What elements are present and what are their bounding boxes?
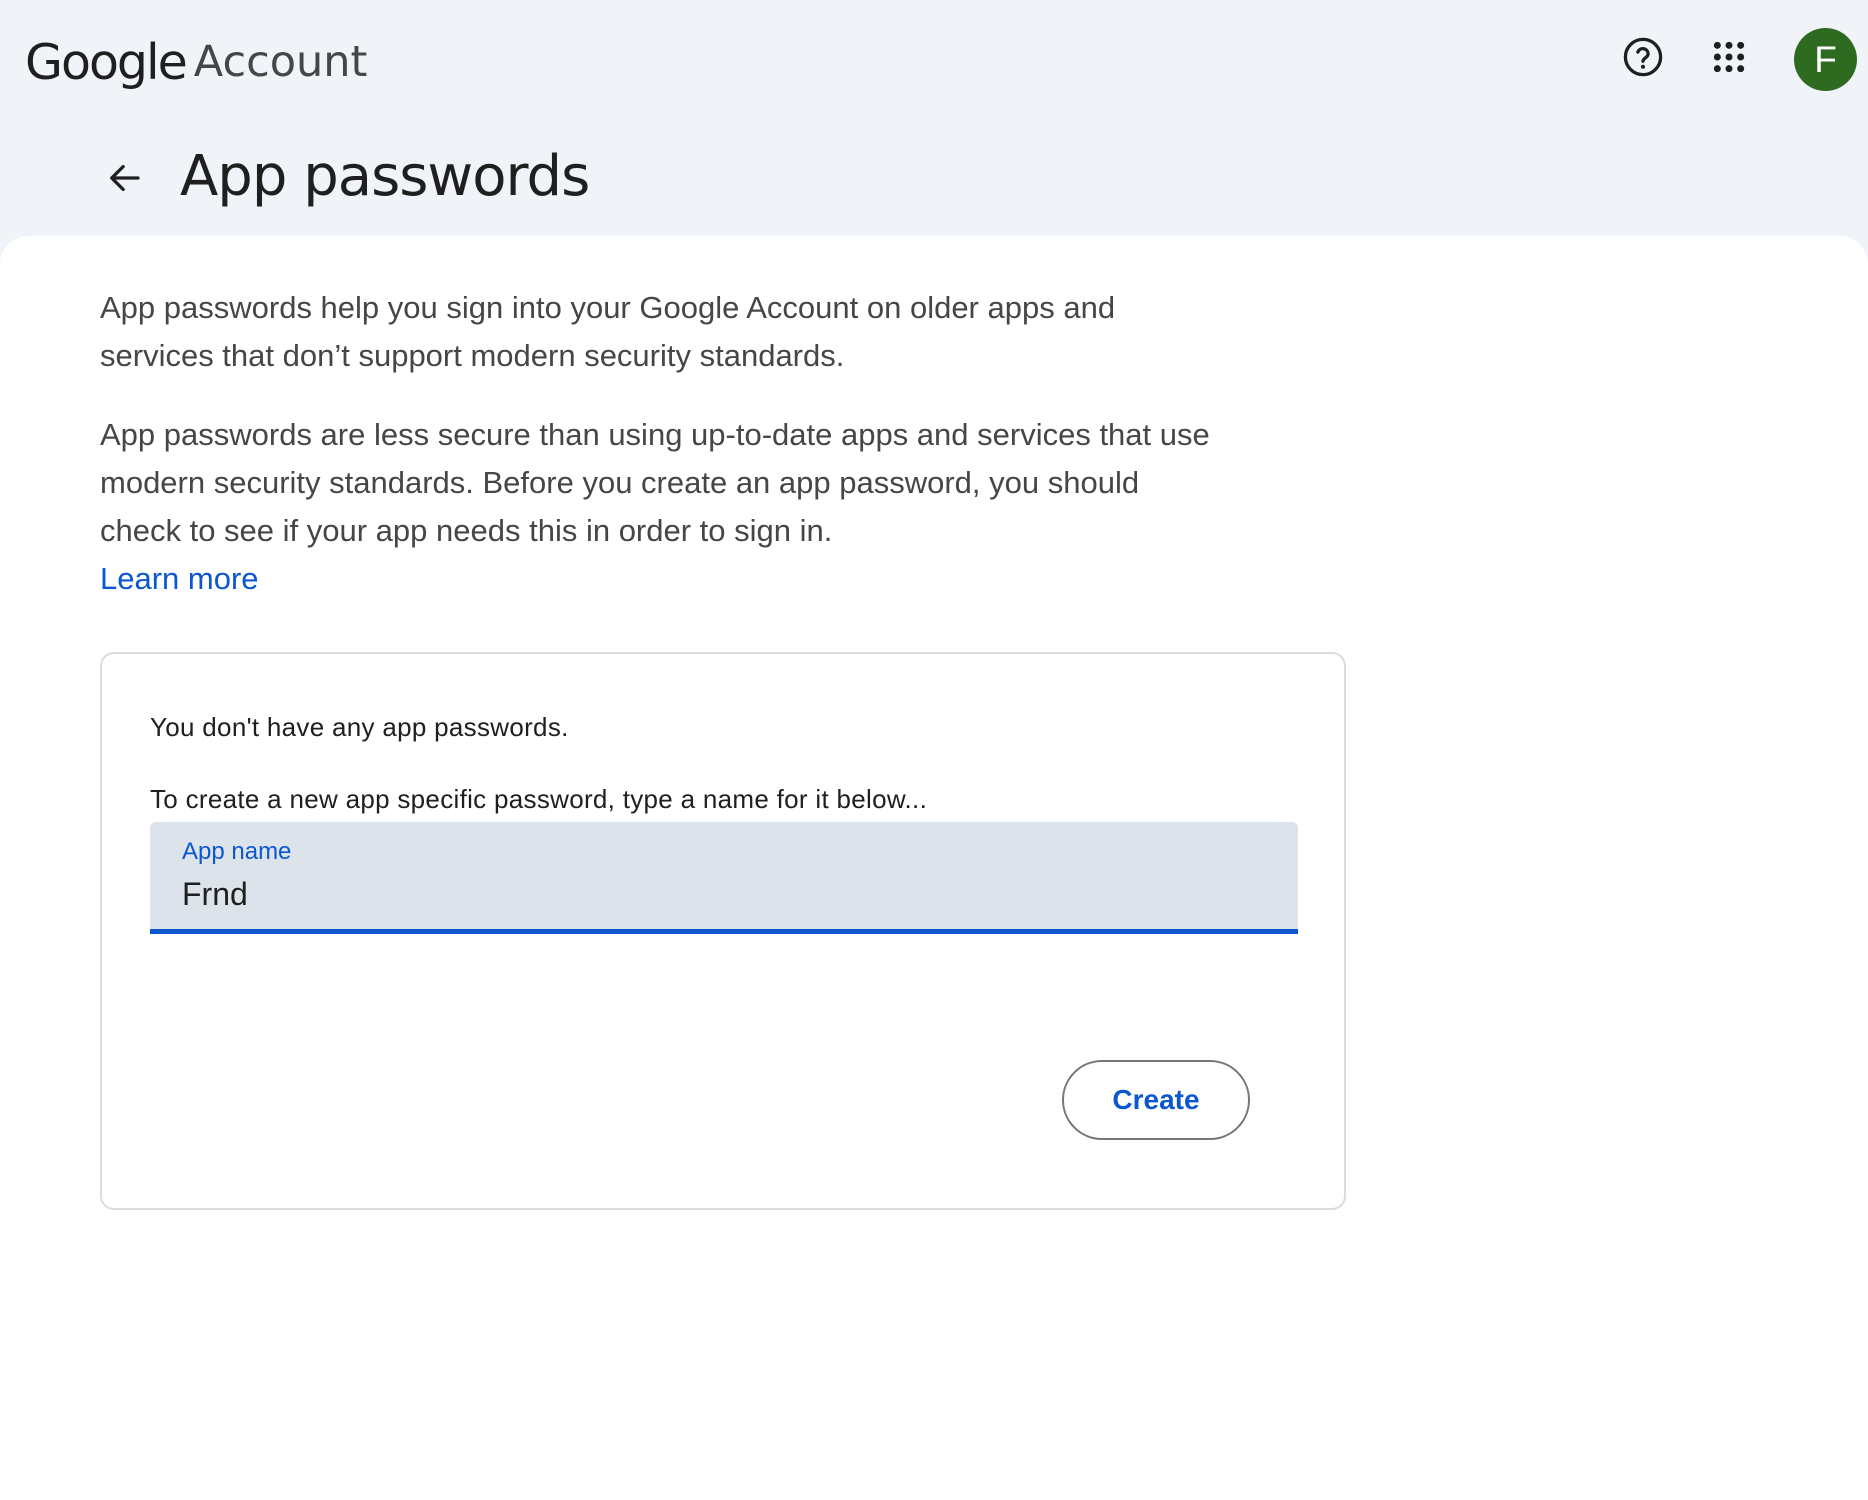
learn-more-link[interactable]: Learn more [100, 561, 259, 596]
top-bar: Google Account F [0, 0, 1868, 120]
help-circle-icon [1623, 37, 1663, 77]
no-app-passwords-text: You don't have any app passwords. [150, 712, 569, 742]
account-avatar[interactable]: F [1794, 28, 1857, 91]
create-button[interactable]: Create [1062, 1060, 1250, 1140]
google-account-logo[interactable]: Google Account [25, 30, 367, 94]
app-name-input[interactable] [180, 872, 1264, 916]
logo-google-text: Google [25, 33, 188, 91]
back-button[interactable] [98, 152, 150, 204]
intro-paragraph-1: App passwords help you sign into your Go… [100, 290, 1116, 373]
arrow-back-icon [110, 164, 140, 192]
help-button[interactable] [1616, 30, 1670, 84]
create-hint-text: To create a new app specific password, t… [150, 784, 928, 814]
app-passwords-card: You don't have any app passwords. To cre… [100, 652, 1346, 1210]
apps-grid-icon [1713, 41, 1745, 73]
logo-account-text: Account [193, 37, 368, 87]
main-content: App passwords help you sign into your Go… [0, 236, 1868, 1500]
intro-paragraph-2-text: App passwords are less secure than using… [100, 417, 1210, 548]
avatar-initial: F [1814, 38, 1837, 80]
google-apps-button[interactable] [1702, 30, 1756, 84]
app-name-field[interactable]: App name [150, 822, 1298, 934]
intro-paragraph-2: App passwords are less secure than using… [100, 411, 1210, 603]
page-title: App passwords [180, 144, 590, 209]
app-name-label: App name [182, 838, 292, 865]
